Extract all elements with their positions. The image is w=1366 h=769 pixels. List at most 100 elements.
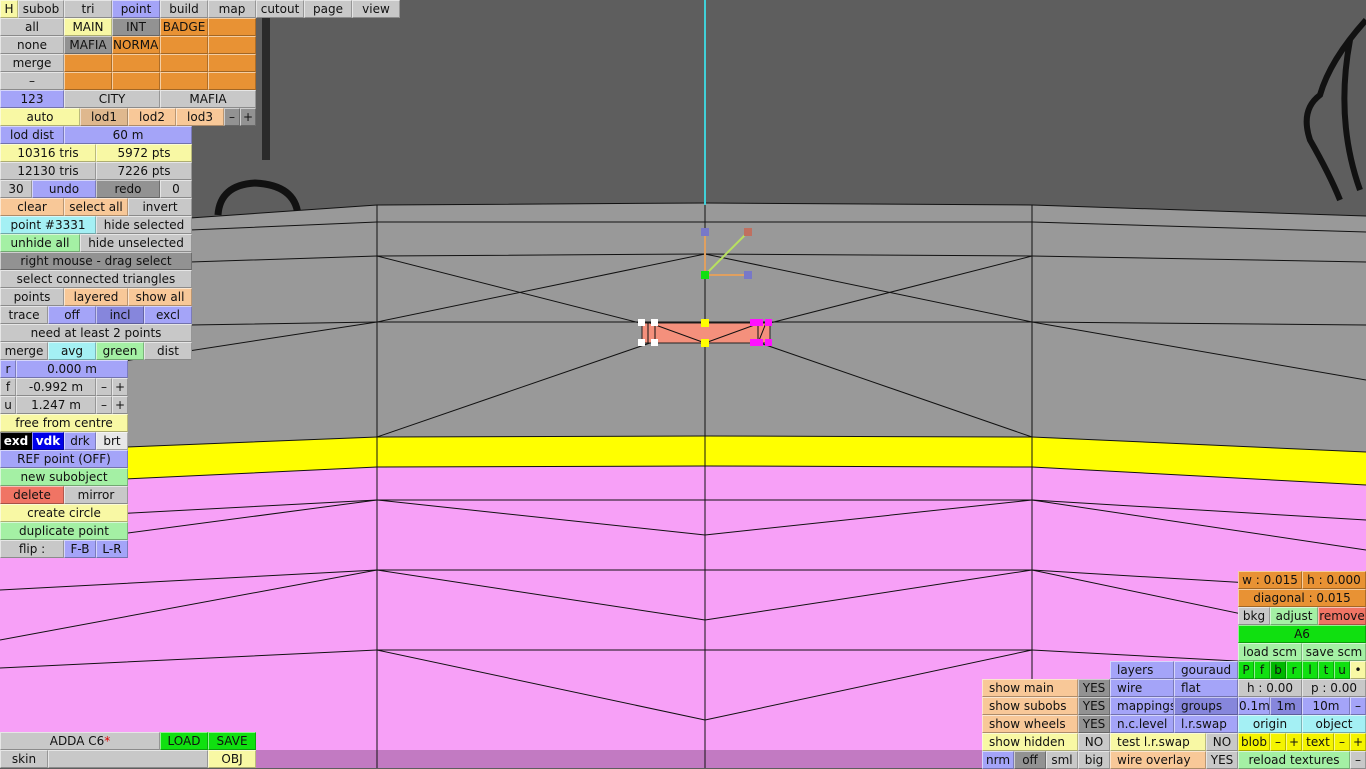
layers-minus-button[interactable]: – xyxy=(0,72,64,90)
exd-button[interactable]: exd xyxy=(0,432,32,450)
view-p-button[interactable]: P xyxy=(1238,661,1254,679)
drk-button[interactable]: drk xyxy=(64,432,96,450)
layer-badge[interactable]: BADGE xyxy=(160,18,208,36)
reload-textures-button[interactable]: reload textures xyxy=(1238,751,1350,769)
layer-empty[interactable] xyxy=(160,54,208,72)
lod-dist-value[interactable]: 60 m xyxy=(64,126,192,144)
show-all-button[interactable]: show all xyxy=(128,288,192,306)
load-scm-button[interactable]: load scm xyxy=(1238,643,1302,661)
tab-tri[interactable]: tri xyxy=(64,0,112,18)
text-plus-button[interactable]: + xyxy=(1350,733,1366,751)
dist-button[interactable]: dist xyxy=(144,342,192,360)
vdk-button[interactable]: vdk xyxy=(32,432,64,450)
adjust-button[interactable]: adjust xyxy=(1270,607,1318,625)
trace-incl-button[interactable]: incl xyxy=(96,306,144,324)
remove-button[interactable]: remove xyxy=(1318,607,1366,625)
green-button[interactable]: green xyxy=(96,342,144,360)
trace-excl-button[interactable]: excl xyxy=(144,306,192,324)
tab-map[interactable]: map xyxy=(208,0,256,18)
unhide-all-button[interactable]: unhide all xyxy=(0,234,80,252)
big-button[interactable]: big xyxy=(1078,751,1110,769)
gizmo-handle-up[interactable] xyxy=(701,228,709,236)
undo-button[interactable]: undo xyxy=(32,180,96,198)
mirror-button[interactable]: mirror xyxy=(64,486,128,504)
layer-empty[interactable] xyxy=(64,54,112,72)
view-t-button[interactable]: t xyxy=(1318,661,1334,679)
show-hidden-toggle[interactable]: NO xyxy=(1078,733,1110,751)
lr-swap-button[interactable]: l.r.swap xyxy=(1174,715,1238,733)
redo-button[interactable]: redo xyxy=(96,180,160,198)
set-mafia-button[interactable]: MAFIA xyxy=(160,90,256,108)
sml-button[interactable]: sml xyxy=(1046,751,1078,769)
layer-empty[interactable] xyxy=(208,72,256,90)
hide-selected-button[interactable]: hide selected xyxy=(96,216,192,234)
layer-empty[interactable] xyxy=(64,72,112,90)
f-plus-button[interactable]: + xyxy=(112,378,128,396)
layer-main[interactable]: MAIN xyxy=(64,18,112,36)
u-value[interactable]: 1.247 m xyxy=(16,396,96,414)
tab-page[interactable]: page xyxy=(304,0,352,18)
free-from-centre-button[interactable]: free from centre xyxy=(0,414,128,432)
file-name-button[interactable]: ADDA C6* xyxy=(0,732,160,750)
load-button[interactable]: LOAD xyxy=(160,732,208,750)
lod3-button[interactable]: lod3 xyxy=(176,108,224,126)
gizmo-handle-side[interactable] xyxy=(744,271,752,279)
step-1m-button[interactable]: 1m xyxy=(1270,697,1302,715)
show-main-toggle[interactable]: YES xyxy=(1078,679,1110,697)
points-button[interactable]: points xyxy=(0,288,64,306)
view-b-button[interactable]: b xyxy=(1270,661,1286,679)
layers-merge-button[interactable]: merge xyxy=(0,54,64,72)
groups-button[interactable]: groups xyxy=(1174,697,1238,715)
lod1-button[interactable]: lod1 xyxy=(80,108,128,126)
u-minus-button[interactable]: – xyxy=(96,396,112,414)
mappings-button[interactable]: mappings xyxy=(1110,697,1174,715)
show-subobs-toggle[interactable]: YES xyxy=(1078,697,1110,715)
layer-empty[interactable] xyxy=(160,36,208,54)
create-circle-button[interactable]: create circle xyxy=(0,504,128,522)
blob-minus-button[interactable]: – xyxy=(1270,733,1286,751)
u-plus-button[interactable]: + xyxy=(112,396,128,414)
gizmo-origin[interactable] xyxy=(701,271,709,279)
flip-fb-button[interactable]: F-B xyxy=(64,540,96,558)
a6-button[interactable]: A6 xyxy=(1238,625,1366,643)
wire-button[interactable]: wire xyxy=(1110,679,1174,697)
layer-mafia[interactable]: MAFIA xyxy=(64,36,112,54)
step-10m-button[interactable]: 10m xyxy=(1302,697,1350,715)
layers-none-button[interactable]: none xyxy=(0,36,64,54)
drag-select-button[interactable]: right mouse - drag select xyxy=(0,252,192,270)
text-minus-button[interactable]: – xyxy=(1334,733,1350,751)
new-subobject-button[interactable]: new subobject xyxy=(0,468,128,486)
layer-empty[interactable] xyxy=(208,36,256,54)
origin-button[interactable]: origin xyxy=(1238,715,1302,733)
flip-lr-button[interactable]: L-R xyxy=(96,540,128,558)
step-minus-button[interactable]: – xyxy=(1350,697,1366,715)
layers-button[interactable]: layers xyxy=(1110,661,1174,679)
view-u-button[interactable]: u xyxy=(1334,661,1350,679)
select-connected-button[interactable]: select connected triangles xyxy=(0,270,192,288)
lod-plus-button[interactable]: + xyxy=(240,108,256,126)
r-value[interactable]: 0.000 m xyxy=(16,360,128,378)
ref-point-button[interactable]: REF point (OFF) xyxy=(0,450,128,468)
gizmo-handle-diagonal[interactable] xyxy=(744,228,752,236)
lod2-button[interactable]: lod2 xyxy=(128,108,176,126)
blob-plus-button[interactable]: + xyxy=(1286,733,1302,751)
merge-button[interactable]: merge xyxy=(0,342,48,360)
view-l-button[interactable]: l xyxy=(1302,661,1318,679)
layer-empty[interactable] xyxy=(112,72,160,90)
flat-button[interactable]: flat xyxy=(1174,679,1238,697)
brt-button[interactable]: brt xyxy=(96,432,128,450)
layer-normal[interactable]: NORMAL xyxy=(112,36,160,54)
reload-minus-button[interactable]: – xyxy=(1350,751,1366,769)
tab-point[interactable]: point xyxy=(112,0,160,18)
skin-field[interactable] xyxy=(48,750,208,768)
tab-subob[interactable]: subob xyxy=(18,0,64,18)
gouraud-button[interactable]: gouraud xyxy=(1174,661,1238,679)
save-button[interactable]: SAVE xyxy=(208,732,256,750)
lod-minus-button[interactable]: – xyxy=(224,108,240,126)
tab-cutout[interactable]: cutout xyxy=(256,0,304,18)
select-all-button[interactable]: select all xyxy=(64,198,128,216)
avg-button[interactable]: avg xyxy=(48,342,96,360)
view-r-button[interactable]: r xyxy=(1286,661,1302,679)
lod-auto-button[interactable]: auto xyxy=(0,108,80,126)
f-minus-button[interactable]: – xyxy=(96,378,112,396)
